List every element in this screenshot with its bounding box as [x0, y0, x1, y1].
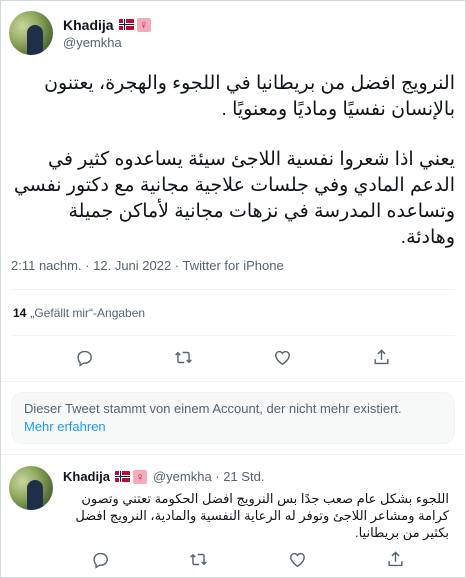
norway-flag-icon [118, 19, 134, 30]
share-icon [388, 550, 403, 566]
reply-icon [93, 552, 108, 569]
reply-author-name[interactable]: Khadija [63, 469, 110, 484]
share-button[interactable] [385, 548, 407, 570]
like-button[interactable] [286, 548, 308, 570]
divider [11, 335, 455, 336]
tweet-paragraph: يعني اذا شعروا نفسية اللاجئ سيئة يساعدوه… [13, 149, 455, 248]
share-icon [374, 348, 389, 364]
retweet-icon [175, 351, 192, 363]
reply-handle-time[interactable]: @yemkha · 21 Std. [153, 469, 264, 484]
author-display-name[interactable]: Khadija [63, 17, 114, 33]
tweet-text: النرويج افضل من بريطانيا في اللجوء والهج… [11, 71, 455, 275]
avatar[interactable] [9, 466, 53, 510]
reply-text: اللجوء بشكل عام صعب جدًا بس النرويج افضل… [75, 491, 449, 540]
author-handle[interactable]: @yemkha [63, 35, 151, 50]
retweet-button[interactable] [188, 548, 210, 570]
like-button[interactable] [272, 346, 294, 368]
like-icon [275, 350, 290, 365]
reply-icon [77, 350, 92, 367]
like-icon [289, 552, 305, 567]
notice-text: Dieser Tweet stammt von einem Account, d… [24, 401, 402, 416]
reply-action-bar [1, 548, 465, 570]
reply-author-row: Khadija ♀ @yemkha · 21 Std. [63, 469, 264, 484]
likes-number: 14 [13, 306, 27, 320]
female-sign-icon: ♀ [132, 469, 147, 484]
retweet-button[interactable] [173, 346, 195, 368]
reply-button[interactable] [89, 548, 111, 570]
norway-flag-icon [114, 471, 130, 482]
reply-button[interactable] [74, 346, 96, 368]
divider [1, 381, 465, 382]
divider [11, 289, 455, 290]
likes-count[interactable]: 14 „Gefällt mir“-Angaben [13, 306, 145, 320]
divider [1, 454, 465, 455]
tweet-detail-view: Khadija ♀ @yemkha النرويج افضل من بريطان… [0, 0, 466, 578]
tweet-paragraph: النرويج افضل من بريطانيا في اللجوء والهج… [44, 73, 455, 120]
female-sign-icon: ♀ [136, 17, 151, 32]
tweet-author-header[interactable]: Khadija ♀ @yemkha [9, 11, 151, 55]
author-name-row: Khadija ♀ [63, 17, 151, 33]
share-button[interactable] [371, 346, 393, 368]
tweet-action-bar [1, 346, 465, 368]
deleted-account-notice: Dieser Tweet stammt von einem Account, d… [11, 392, 455, 444]
retweet-icon [190, 553, 208, 565]
likes-label: „Gefällt mir“-Angaben [30, 306, 146, 320]
learn-more-link[interactable]: Mehr erfahren [24, 419, 106, 434]
tweet-timestamp-source[interactable]: 2:11 nachm. · 12. Juni 2022 · Twitter fo… [11, 258, 284, 273]
author-name-block: Khadija ♀ @yemkha [63, 17, 151, 50]
avatar[interactable] [9, 11, 53, 55]
